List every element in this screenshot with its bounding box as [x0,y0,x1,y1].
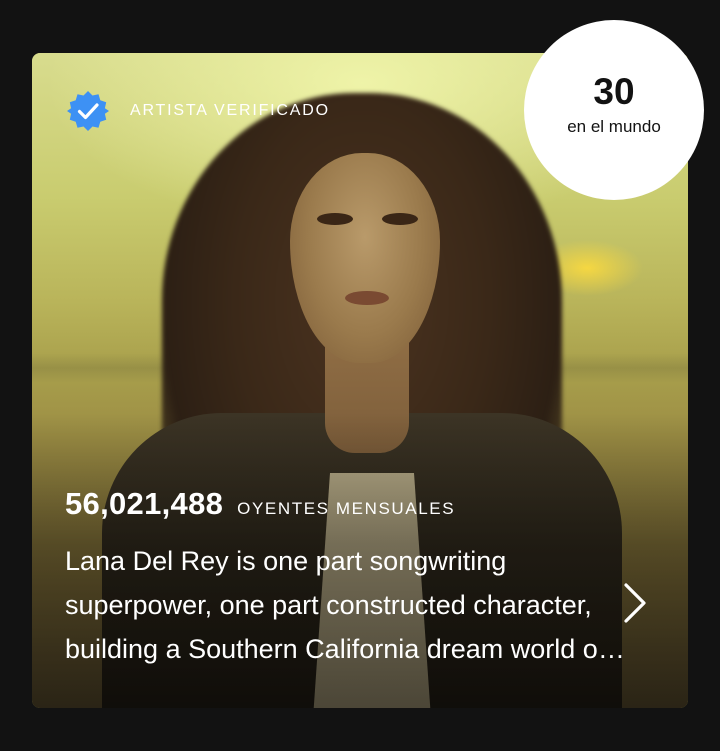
chevron-right-icon[interactable] [620,581,650,625]
world-rank-label: en el mundo [567,117,661,136]
verified-label-text: ARTISTA VERIFICADO [130,102,330,119]
artist-about-screen: ARTISTA VERIFICADO 56,021,488 OYENTES ME… [0,0,720,751]
artist-bio: Lana Del Rey is one part songwriting sup… [65,546,621,664]
world-rank-badge: 30 en el mundo [524,20,704,200]
verified-badge-icon [67,91,109,131]
monthly-listeners: 56,021,488 OYENTES MENSUALES [65,486,455,522]
world-rank-number: 30 [593,71,635,112]
monthly-listeners-label: OYENTES MENSUALES [237,499,456,518]
monthly-listeners-count: 56,021,488 [65,486,224,521]
verified-artist-label: ARTISTA VERIFICADO [66,89,330,133]
